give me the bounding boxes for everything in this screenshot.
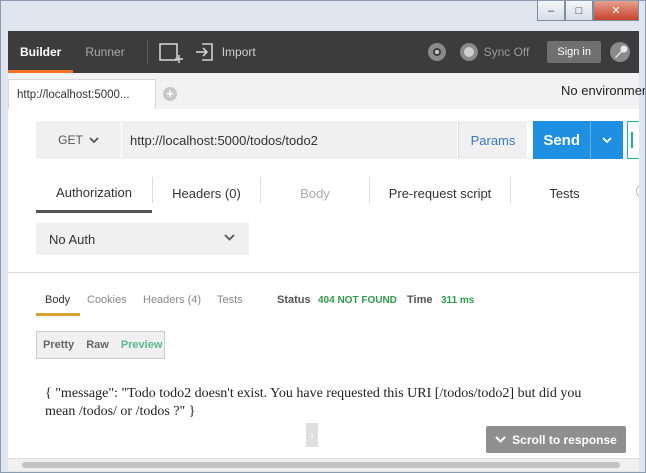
request-config-tabs: Authorization Headers (0) Body Pre-reque…	[36, 175, 639, 213]
close-icon: ✕	[611, 5, 621, 17]
send-button[interactable]: Send	[533, 121, 623, 159]
close-button[interactable]: ✕	[593, 1, 639, 21]
minimize-button[interactable]: –	[537, 1, 565, 21]
url-value: http://localhost:5000/todos/todo2	[130, 132, 318, 148]
maximize-icon: □	[575, 4, 583, 17]
toolbar-divider	[146, 40, 148, 64]
tab-headers[interactable]: Headers (0)	[153, 175, 260, 211]
params-label: Params	[470, 132, 516, 148]
request-tabs-bar: http://localhost:5000... + No environmen…	[8, 73, 645, 110]
url-bar: GET http://localhost:5000/todos/todo2 Pa…	[36, 121, 639, 159]
tab-pre-request-label: Pre-request script	[388, 185, 492, 201]
scroll-to-response-button[interactable]: Scroll to response	[486, 426, 626, 453]
window-controls: – □ ✕	[537, 1, 639, 21]
view-preview-button[interactable]: Preview	[115, 339, 169, 351]
response-body-line: { "message": "Todo todo2 doesn't exist. …	[45, 386, 582, 401]
top-bar: Builder Runner Import Sync Off Sign in	[8, 31, 639, 73]
chevron-down-icon	[89, 136, 99, 143]
response-tab-cookies[interactable]: Cookies	[87, 294, 127, 306]
import-label: Import	[221, 45, 256, 59]
section-divider	[8, 272, 639, 273]
chevron-down-icon	[224, 234, 235, 241]
tab-tests-label: Tests	[549, 185, 580, 201]
new-window-icon	[158, 43, 183, 63]
add-tab-button[interactable]: +	[163, 87, 177, 101]
sign-in-button[interactable]: Sign in	[547, 41, 601, 63]
time-value: 311 ms	[441, 295, 475, 306]
minimize-icon: –	[547, 4, 555, 17]
params-button[interactable]: Params	[458, 121, 527, 159]
send-options-button[interactable]	[590, 121, 623, 159]
plus-circle-icon: +	[166, 86, 174, 101]
tab-builder[interactable]: Builder	[8, 31, 74, 73]
view-pretty-button[interactable]: Pretty	[37, 339, 80, 351]
scroll-to-response-label: Scroll to response	[512, 432, 617, 447]
response-tab-body[interactable]: Body	[45, 294, 70, 306]
tab-authorization[interactable]: Authorization	[36, 175, 152, 213]
status-label: Status	[277, 294, 311, 306]
sync-label: Sync Off	[483, 45, 530, 59]
collapse-handle[interactable]: ›	[306, 423, 318, 447]
sync-icon	[459, 43, 478, 61]
response-tabs: Body Cookies Headers (4) Tests Status 40…	[36, 289, 636, 316]
active-tab-indicator	[36, 313, 80, 316]
chevron-right-icon: ›	[310, 429, 314, 441]
tab-tests[interactable]: Tests	[511, 175, 618, 211]
save-button[interactable]	[627, 121, 639, 159]
response-tab-headers[interactable]: Headers (4)	[143, 294, 201, 306]
wrench-icon	[610, 42, 630, 62]
tab-runner[interactable]: Runner	[73, 31, 136, 73]
import-icon	[195, 43, 213, 61]
maximize-button[interactable]: □	[565, 1, 593, 21]
environment-select[interactable]: No environment	[561, 83, 646, 98]
time-label: Time	[407, 294, 433, 306]
method-label: GET	[58, 133, 83, 147]
import-button[interactable]: Import	[194, 41, 256, 63]
response-body-line: mean /todos/ or /todos ?" }	[45, 404, 196, 419]
send-label: Send	[543, 131, 581, 149]
horizontal-scrollbar[interactable]	[8, 458, 639, 471]
view-mode-group: Pretty Raw Preview	[36, 331, 165, 359]
tab-builder-label: Builder	[20, 45, 62, 59]
satellite-icon	[427, 43, 446, 61]
interceptor-button[interactable]	[426, 41, 448, 63]
chevron-down-icon	[602, 136, 612, 143]
sign-in-label: Sign in	[557, 46, 591, 58]
response-tab-tests[interactable]: Tests	[217, 294, 243, 306]
status-value: 404 NOT FOUND	[318, 295, 397, 306]
request-builder: GET http://localhost:5000/todos/todo2 Pa…	[8, 109, 639, 458]
request-tab[interactable]: http://localhost:5000...	[8, 79, 156, 109]
tab-body[interactable]: Body	[261, 175, 369, 211]
sync-button[interactable]: Sync Off	[458, 41, 530, 63]
chevron-down-icon	[495, 436, 506, 443]
tab-pre-request-script[interactable]: Pre-request script	[370, 175, 510, 211]
auth-type-select[interactable]: No Auth	[36, 223, 249, 255]
request-tab-label: http://localhost:5000...	[17, 88, 130, 101]
tab-body-label: Body	[300, 185, 330, 201]
settings-button[interactable]	[609, 41, 631, 63]
tab-runner-label: Runner	[85, 45, 125, 59]
url-input[interactable]: http://localhost:5000/todos/todo2	[122, 121, 457, 159]
auth-type-value: No Auth	[49, 231, 96, 247]
response-body: { "message": "Todo todo2 doesn't exist. …	[45, 385, 639, 421]
more-tabs-icon[interactable]	[636, 183, 639, 199]
scrollbar-thumb[interactable]	[22, 462, 620, 468]
app-window: – □ ✕ Builder Runner Import Sync Off Sig…	[0, 0, 646, 473]
tab-headers-label: Headers (0)	[172, 185, 241, 201]
new-window-button[interactable]	[158, 41, 184, 63]
method-select[interactable]: GET	[36, 121, 121, 159]
view-raw-button[interactable]: Raw	[80, 339, 115, 351]
environment-label: No environment	[561, 83, 646, 98]
tab-authorization-label: Authorization	[56, 185, 132, 200]
